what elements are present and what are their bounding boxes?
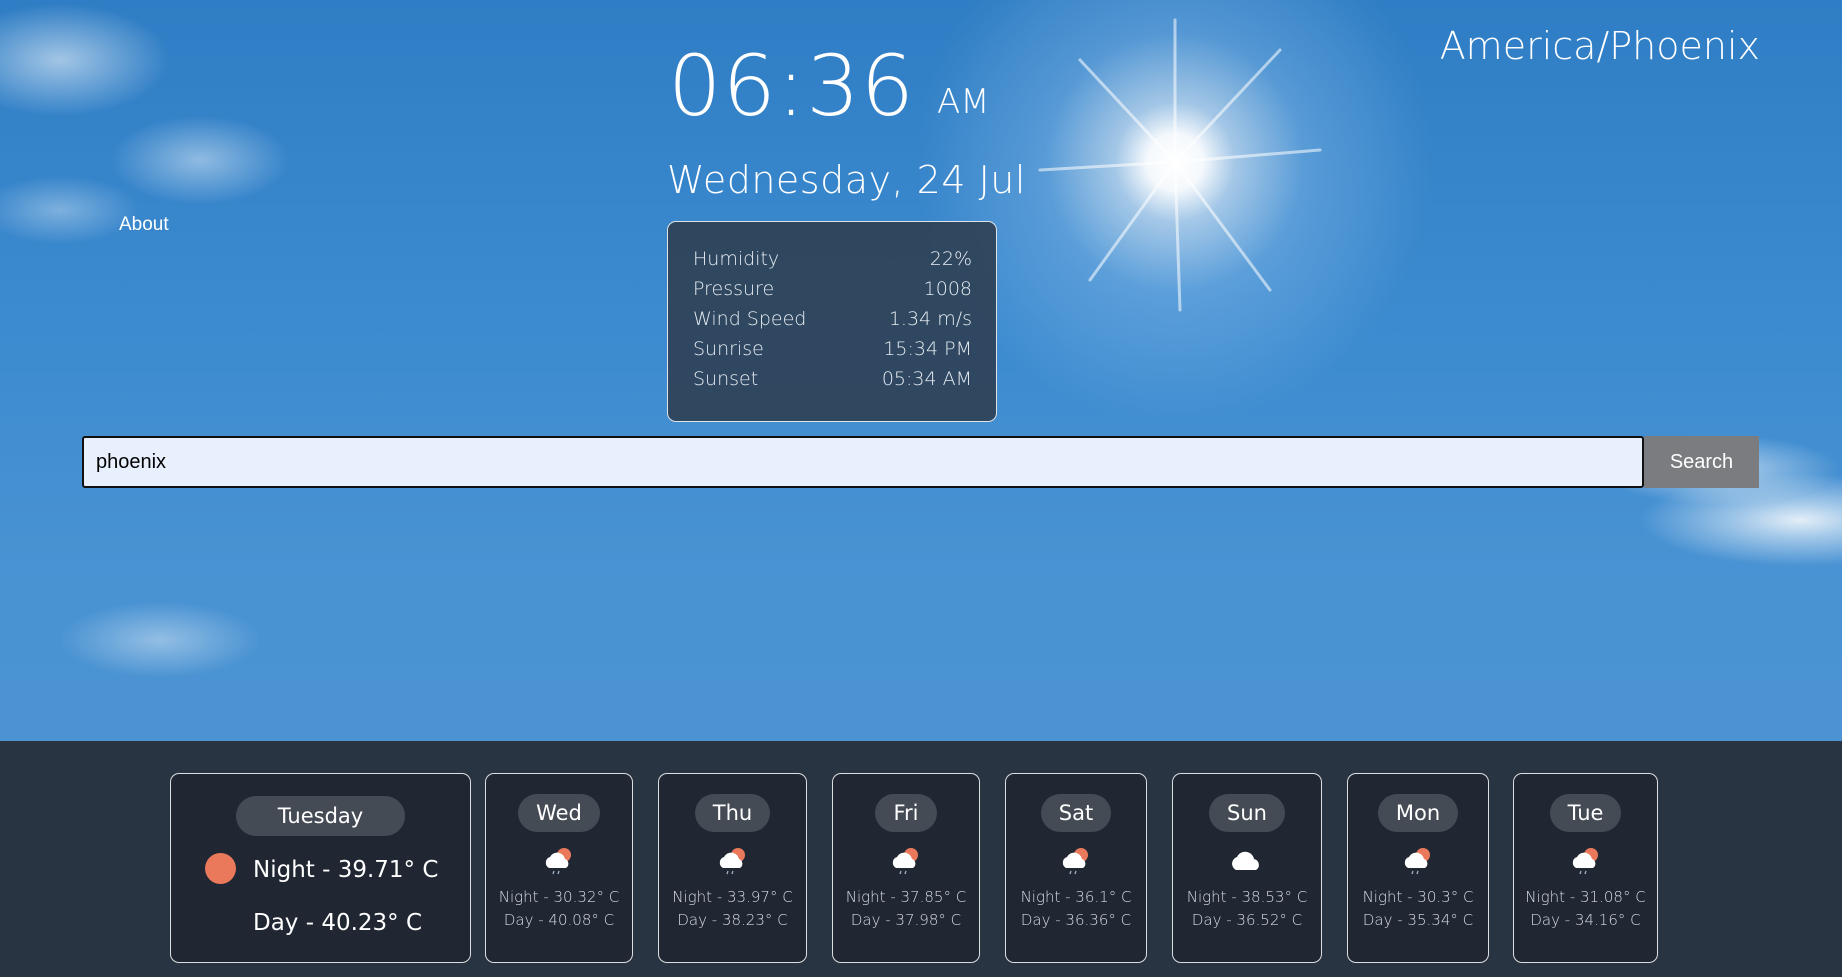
weather-details-panel: Humidity 22% Pressure 1008 Wind Speed 1.… <box>667 221 997 422</box>
detail-row-wind-speed: Wind Speed 1.34 m/s <box>693 308 972 338</box>
forecast-day-temp: Day - 34.16° C <box>1530 911 1641 929</box>
forecast-night-temp: Night - 31.08° C <box>1525 888 1646 906</box>
sun-glare <box>1038 18 1322 312</box>
forecast-day-label: Mon <box>1377 794 1459 832</box>
forecast-day-temp: Day - 40.08° C <box>503 911 615 929</box>
today-night-temp: Night - 39.71° C <box>253 857 439 883</box>
clock-ampm: AM <box>937 82 990 122</box>
today-day-temp: Day - 40.23° C <box>253 910 423 936</box>
forecast-day-label: Fri <box>875 794 937 832</box>
forecast-night-temp: Night - 36.1° C <box>1020 888 1132 906</box>
today-day-label: Tuesday <box>235 796 406 836</box>
partly-cloudy-rain-icon <box>1348 844 1488 878</box>
forecast-day-temp: Day - 38.23° C <box>677 911 788 929</box>
detail-label: Wind Speed <box>693 308 807 330</box>
forecast-card-fri: Fri Night - 37.85° C Day - 37.98° C <box>832 773 980 963</box>
search-bar: Search <box>82 436 1759 488</box>
forecast-day-label: Thu <box>694 794 771 832</box>
timezone-label: America/Phoenix <box>1439 24 1760 68</box>
forecast-card-thu: Thu Night - 33.97° C Day - 38.23° C <box>658 773 807 963</box>
forecast-day-temp: Day - 36.52° C <box>1191 911 1303 929</box>
forecast-night-temp: Night - 30.3° C <box>1362 888 1474 906</box>
forecast-card-sun: Sun Night - 38.53° C Day - 36.52° C <box>1172 773 1322 963</box>
forecast-day-temp: Day - 37.98° C <box>850 911 962 929</box>
forecast-day-label: Sat <box>1040 794 1112 832</box>
detail-value: 05:34 AM <box>881 368 972 390</box>
partly-cloudy-rain-icon <box>833 844 979 878</box>
today-card: Tuesday Night - 39.71° C Day - 40.23° C <box>170 773 471 963</box>
forecast-night-temp: Night - 37.85° C <box>845 888 967 906</box>
detail-row-sunrise: Sunrise 15:34 PM <box>693 338 972 368</box>
forecast-card-sat: Sat Night - 36.1° C Day - 36.36° C <box>1005 773 1147 963</box>
current-date: Wednesday, 24 Jul <box>667 158 1026 202</box>
detail-label: Sunset <box>693 368 759 390</box>
detail-row-sunset: Sunset 05:34 AM <box>693 368 972 398</box>
partly-cloudy-rain-icon <box>486 844 632 878</box>
sun-icon <box>205 853 236 884</box>
detail-value: 15:34 PM <box>883 338 972 360</box>
detail-value: 1.34 m/s <box>888 308 972 330</box>
partly-cloudy-rain-icon <box>659 844 806 878</box>
detail-value: 1008 <box>923 278 972 300</box>
forecast-day-temp: Day - 35.34° C <box>1362 911 1474 929</box>
search-input[interactable] <box>82 436 1644 488</box>
forecast-card-tue: Tue Night - 31.08° C Day - 34.16° C <box>1513 773 1658 963</box>
forecast-day-temp: Day - 36.36° C <box>1020 911 1132 929</box>
forecast-night-temp: Night - 30.32° C <box>498 888 620 906</box>
forecast-day-label: Tue <box>1549 794 1622 832</box>
forecast-night-temp: Night - 33.97° C <box>672 888 793 906</box>
clock-time: 06:36 <box>668 37 916 135</box>
detail-label: Pressure <box>693 278 775 300</box>
partly-cloudy-rain-icon <box>1006 844 1146 878</box>
forecast-night-temp: Night - 38.53° C <box>1186 888 1308 906</box>
forecast-card-wed: Wed Night - 30.32° C Day - 40.08° C <box>485 773 633 963</box>
about-link[interactable]: About <box>119 214 169 236</box>
detail-label: Humidity <box>693 248 780 270</box>
search-button[interactable]: Search <box>1644 436 1759 488</box>
partly-cloudy-rain-icon <box>1514 844 1657 878</box>
cloud-icon <box>1173 844 1321 878</box>
detail-label: Sunrise <box>693 338 764 360</box>
detail-row-pressure: Pressure 1008 <box>693 278 972 308</box>
forecast-card-mon: Mon Night - 30.3° C Day - 35.34° C <box>1347 773 1489 963</box>
detail-value: 22% <box>929 248 972 270</box>
forecast-day-label: Sun <box>1209 794 1285 832</box>
detail-row-humidity: Humidity 22% <box>693 248 972 278</box>
forecast-day-label: Wed <box>518 794 600 832</box>
